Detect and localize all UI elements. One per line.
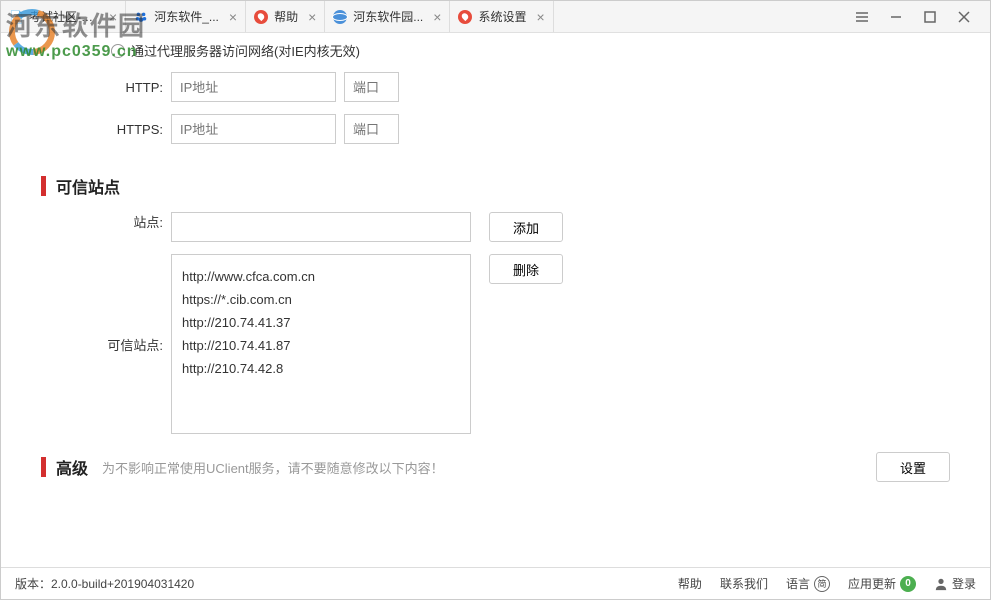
trusted-sites-listbox[interactable]: http://www.cfca.com.cn https://*.cib.com…	[171, 254, 471, 434]
list-item[interactable]: http://210.74.41.37	[172, 311, 470, 334]
update-count-badge: 0	[900, 576, 916, 592]
tab-2[interactable]: 帮助 ×	[246, 1, 325, 32]
add-button[interactable]: 添加	[489, 212, 563, 242]
maximize-icon[interactable]	[922, 9, 938, 25]
http-ip-input[interactable]	[171, 72, 336, 102]
titlebar: 📄 考试社区-园... × 河东软件_... × 帮助 × 河东软件园... ×…	[1, 1, 990, 33]
window-controls	[836, 9, 990, 25]
advanced-title: 高级	[56, 455, 88, 479]
window-close-icon[interactable]	[956, 9, 972, 25]
menu-icon[interactable]	[854, 9, 870, 25]
proxy-radio-option[interactable]: 通过代理服务器访问网络(对IE内核无效)	[1, 33, 950, 72]
site-label: 站点:	[1, 212, 171, 231]
settings-content: 通过代理服务器访问网络(对IE内核无效) HTTP: HTTPS: 可信站点 站…	[1, 33, 990, 567]
trusted-list-label: 可信站点:	[1, 335, 171, 354]
status-update-label: 应用更新	[848, 575, 896, 592]
paw-icon	[134, 10, 148, 24]
flame-icon	[458, 10, 472, 24]
https-port-input[interactable]	[344, 114, 399, 144]
tab-4[interactable]: 系统设置 ×	[450, 1, 553, 32]
status-login[interactable]: 登录	[934, 575, 976, 592]
version-text: 版本：2.0.0-build+201904031420	[15, 575, 678, 592]
list-item[interactable]: https://*.cib.com.cn	[172, 288, 470, 311]
https-ip-input[interactable]	[171, 114, 336, 144]
trusted-sites-header: 可信站点	[1, 156, 950, 212]
https-label: HTTPS:	[1, 122, 171, 137]
http-label: HTTP:	[1, 80, 171, 95]
user-icon	[934, 577, 948, 591]
trusted-sites-title: 可信站点	[56, 174, 120, 198]
tab-3[interactable]: 河东软件园... ×	[325, 1, 450, 32]
list-item[interactable]: http://www.cfca.com.cn	[172, 265, 470, 288]
list-item[interactable]: http://210.74.41.87	[172, 334, 470, 357]
tab-label: 帮助	[274, 8, 298, 25]
trusted-list-row: 可信站点: http://www.cfca.com.cn https://*.c…	[1, 254, 950, 434]
advanced-header: 高级 为不影响正常使用UClient服务，请不要随意修改以下内容！ 设置	[1, 434, 950, 496]
delete-button[interactable]: 删除	[489, 254, 563, 284]
radio-icon[interactable]	[111, 44, 125, 58]
advanced-hint: 为不影响正常使用UClient服务，请不要随意修改以下内容！	[102, 458, 444, 477]
tab-0[interactable]: 📄 考试社区-园... ×	[1, 1, 126, 32]
proxy-option-label: 通过代理服务器访问网络(对IE内核无效)	[131, 41, 360, 60]
tab-strip: 📄 考试社区-园... × 河东软件_... × 帮助 × 河东软件园... ×…	[1, 1, 836, 32]
site-input[interactable]	[171, 212, 471, 242]
status-contact[interactable]: 联系我们	[720, 575, 768, 592]
globe-icon	[333, 10, 347, 24]
status-update[interactable]: 应用更新 0	[848, 575, 916, 592]
tab-1[interactable]: 河东软件_... ×	[126, 1, 246, 32]
site-input-row: 站点: 添加	[1, 212, 950, 242]
list-item[interactable]: http://210.74.42.8	[172, 357, 470, 380]
section-bar-icon	[41, 176, 46, 196]
settings-button[interactable]: 设置	[876, 452, 950, 482]
doc-icon: 📄	[9, 10, 23, 24]
close-icon[interactable]: ×	[308, 9, 316, 25]
status-language[interactable]: 语言 简	[786, 575, 830, 592]
tab-label: 考试社区-园...	[29, 8, 99, 25]
status-help-label: 帮助	[678, 575, 702, 592]
status-help[interactable]: 帮助	[678, 575, 702, 592]
close-icon[interactable]: ×	[433, 9, 441, 25]
close-icon[interactable]: ×	[536, 9, 544, 25]
https-row: HTTPS:	[1, 114, 950, 144]
tab-label: 系统设置	[478, 8, 526, 25]
flame-icon	[254, 10, 268, 24]
status-login-label: 登录	[952, 575, 976, 592]
tab-label: 河东软件_...	[154, 8, 219, 25]
statusbar: 版本：2.0.0-build+201904031420 帮助 联系我们 语言 简…	[1, 567, 990, 599]
http-row: HTTP:	[1, 72, 950, 102]
minimize-icon[interactable]	[888, 9, 904, 25]
status-contact-label: 联系我们	[720, 575, 768, 592]
section-bar-icon	[41, 457, 46, 477]
tab-label: 河东软件园...	[353, 8, 423, 25]
close-icon[interactable]: ×	[109, 9, 117, 25]
http-port-input[interactable]	[344, 72, 399, 102]
language-badge-icon: 简	[814, 576, 830, 592]
close-icon[interactable]: ×	[229, 9, 237, 25]
status-language-label: 语言	[786, 575, 810, 592]
